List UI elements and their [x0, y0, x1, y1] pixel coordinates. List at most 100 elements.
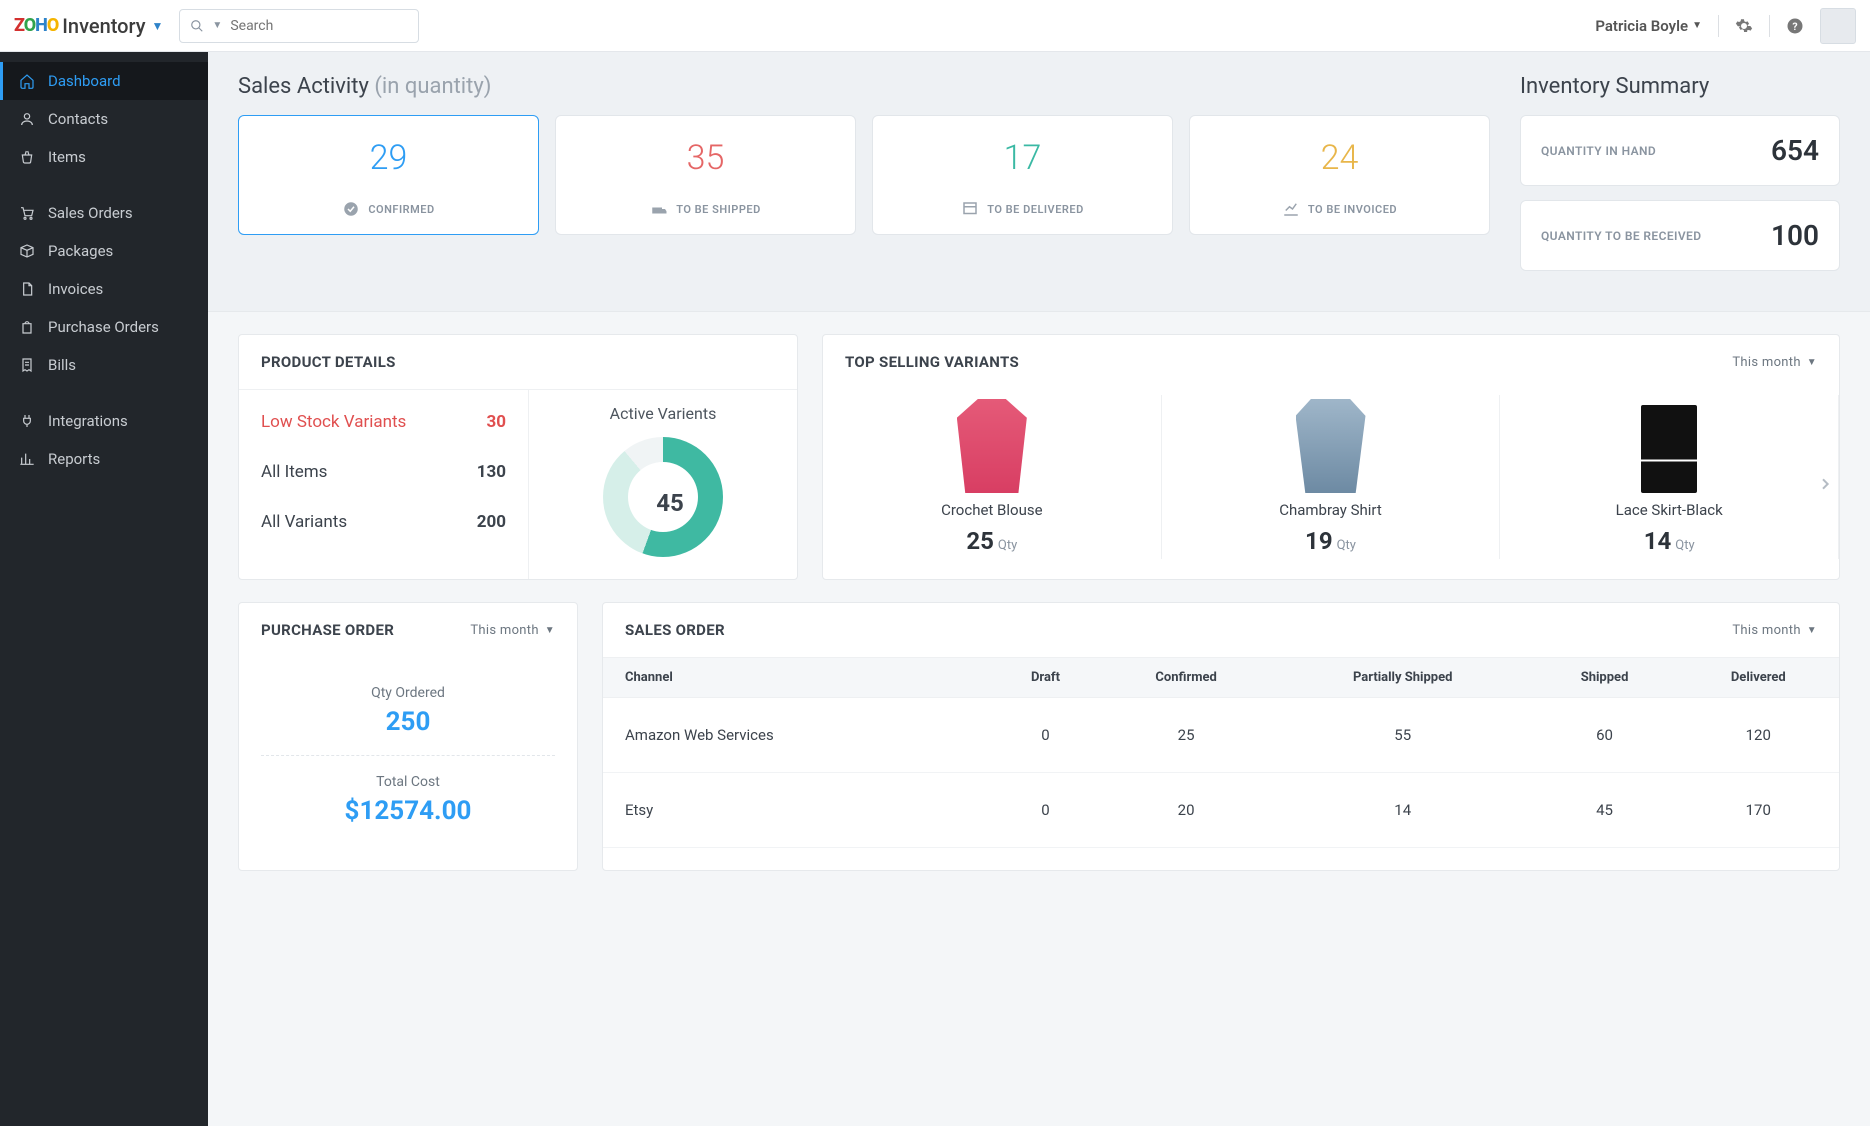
- product-name: Crochet Blouse: [829, 501, 1155, 519]
- sidebar-item-integrations[interactable]: Integrations: [0, 402, 208, 440]
- search-icon: [190, 19, 204, 33]
- donut-title: Active Varients: [610, 404, 717, 423]
- inventory-summary-row: QUANTITY TO BE RECEIVED100: [1520, 200, 1840, 271]
- sidebar-item-contacts[interactable]: Contacts: [0, 100, 208, 138]
- receipt-icon: [18, 357, 36, 373]
- card-value: 24: [1198, 138, 1481, 178]
- chevron-right-icon: [1817, 476, 1833, 492]
- search-box[interactable]: ▼: [179, 9, 419, 43]
- file-icon: [18, 281, 36, 297]
- product-qty: 14Qty: [1506, 527, 1832, 555]
- sales-activity-card-to-be-shipped[interactable]: 35TO BE SHIPPED: [555, 115, 856, 235]
- sales-order-title: SALES ORDER: [625, 621, 725, 639]
- table-header: Channel: [603, 658, 993, 698]
- sidebar-item-purchase-orders[interactable]: Purchase Orders: [0, 308, 208, 346]
- sidebar-item-bills[interactable]: Bills: [0, 346, 208, 384]
- sidebar-item-invoices[interactable]: Invoices: [0, 270, 208, 308]
- top-selling-item[interactable]: Crochet Blouse 25Qty: [823, 395, 1162, 559]
- stat-label: Low Stock Variants: [261, 412, 406, 432]
- stat-value: 30: [486, 412, 506, 432]
- table-cell: 0: [993, 698, 1099, 773]
- sidebar-item-sales-orders[interactable]: Sales Orders: [0, 194, 208, 232]
- sales-order-period-dropdown[interactable]: This month ▼: [1732, 623, 1817, 638]
- next-button[interactable]: [1817, 476, 1833, 492]
- sidebar-item-dashboard[interactable]: Dashboard: [0, 62, 208, 100]
- period-label: This month: [1732, 355, 1800, 370]
- total-cost-label: Total Cost: [261, 774, 555, 790]
- main-content: Sales Activity (in quantity) 29CONFIRMED…: [208, 52, 1870, 1126]
- product-image: [1296, 399, 1366, 493]
- product-details-title: PRODUCT DETAILS: [261, 353, 396, 371]
- period-label: This month: [470, 623, 538, 638]
- logo[interactable]: ZOHO Inventory ▼: [14, 14, 163, 38]
- sidebar-item-reports[interactable]: Reports: [0, 440, 208, 478]
- table-cell: 45: [1532, 773, 1678, 848]
- purchase-order-period-dropdown[interactable]: This month ▼: [470, 623, 555, 638]
- cart-icon: [18, 205, 36, 221]
- app-switcher-caret-icon[interactable]: ▼: [152, 19, 164, 33]
- sidebar-item-label: Items: [48, 148, 86, 166]
- app-name: Inventory: [62, 14, 145, 38]
- inventory-summary-row: QUANTITY IN HAND654: [1520, 115, 1840, 186]
- topbar: ZOHO Inventory ▼ ▼ Patricia Boyle ▼ ?: [0, 0, 1870, 52]
- table-cell: 0: [993, 773, 1099, 848]
- table-cell: 60: [1532, 698, 1678, 773]
- caret-down-icon: ▼: [545, 625, 555, 636]
- product-name: Lace Skirt-Black: [1506, 501, 1832, 519]
- table-header: Confirmed: [1098, 658, 1274, 698]
- stat-value: 130: [477, 462, 506, 482]
- home-icon: [18, 73, 36, 89]
- table-cell: 170: [1678, 773, 1839, 848]
- sidebar-item-label: Purchase Orders: [48, 318, 159, 336]
- product-image: [957, 399, 1027, 493]
- sidebar-item-items[interactable]: Items: [0, 138, 208, 176]
- search-input[interactable]: [230, 18, 408, 34]
- product-stat: All Variants200: [261, 512, 506, 532]
- status-icon: [961, 200, 979, 218]
- inv-value: 654: [1771, 134, 1819, 167]
- sales-activity-card-to-be-invoiced[interactable]: 24 TO BE INVOICED: [1189, 115, 1490, 235]
- sales-activity-subtitle: (in quantity): [374, 74, 491, 99]
- top-selling-item[interactable]: Chambray Shirt19Qty: [1162, 395, 1501, 559]
- caret-down-icon: ▼: [1692, 20, 1702, 31]
- product-qty: 25Qty: [829, 527, 1155, 555]
- inv-value: 100: [1771, 219, 1819, 252]
- table-cell: Amazon Web Services: [603, 698, 993, 773]
- card-label: TO BE INVOICED: [1198, 200, 1481, 218]
- top-selling-period-dropdown[interactable]: This month ▼: [1732, 355, 1817, 370]
- user-name-dropdown[interactable]: Patricia Boyle ▼: [1595, 17, 1702, 35]
- svg-text:?: ?: [1792, 19, 1797, 32]
- top-selling-panel: TOP SELLING VARIANTS This month ▼ Croche…: [822, 334, 1840, 580]
- zoho-logo: ZOHO: [14, 15, 58, 36]
- sales-activity-card-confirmed[interactable]: 29CONFIRMED: [238, 115, 539, 235]
- stat-value: 200: [477, 512, 506, 532]
- sidebar-item-label: Bills: [48, 356, 76, 374]
- sidebar-item-packages[interactable]: Packages: [0, 232, 208, 270]
- table-cell: Etsy: [603, 773, 993, 848]
- help-button[interactable]: ?: [1786, 17, 1804, 35]
- user-icon: [18, 111, 36, 127]
- sales-activity-card-to-be-delivered[interactable]: 17TO BE DELIVERED: [872, 115, 1173, 235]
- user-name-label: Patricia Boyle: [1595, 17, 1688, 35]
- table-row: Etsy0201445170: [603, 773, 1839, 848]
- table-row: Amazon Web Services0255560120: [603, 698, 1839, 773]
- qty-ordered-value: 250: [261, 707, 555, 737]
- help-icon: ?: [1786, 17, 1804, 35]
- sales-activity-heading: Sales Activity (in quantity): [238, 74, 1490, 99]
- settings-button[interactable]: [1735, 17, 1753, 35]
- table-cell: 55: [1274, 698, 1532, 773]
- purchase-order-title: PURCHASE ORDER: [261, 621, 394, 639]
- active-variants-donut: 45: [603, 437, 723, 557]
- top-selling-item[interactable]: Lace Skirt-Black 14Qty: [1500, 395, 1839, 559]
- basket-icon: [18, 149, 36, 165]
- search-scope-caret-icon[interactable]: ▼: [212, 20, 222, 31]
- product-qty: 19Qty: [1168, 527, 1494, 555]
- caret-down-icon: ▼: [1807, 357, 1817, 368]
- avatar[interactable]: [1820, 8, 1856, 44]
- card-value: 17: [881, 138, 1164, 178]
- inventory-summary-heading: Inventory Summary: [1520, 74, 1840, 99]
- purchase-order-panel: PURCHASE ORDER This month ▼ Qty Ordered …: [238, 602, 578, 871]
- sidebar-item-label: Sales Orders: [48, 204, 133, 222]
- sidebar-item-label: Packages: [48, 242, 113, 260]
- table-cell: 25: [1098, 698, 1274, 773]
